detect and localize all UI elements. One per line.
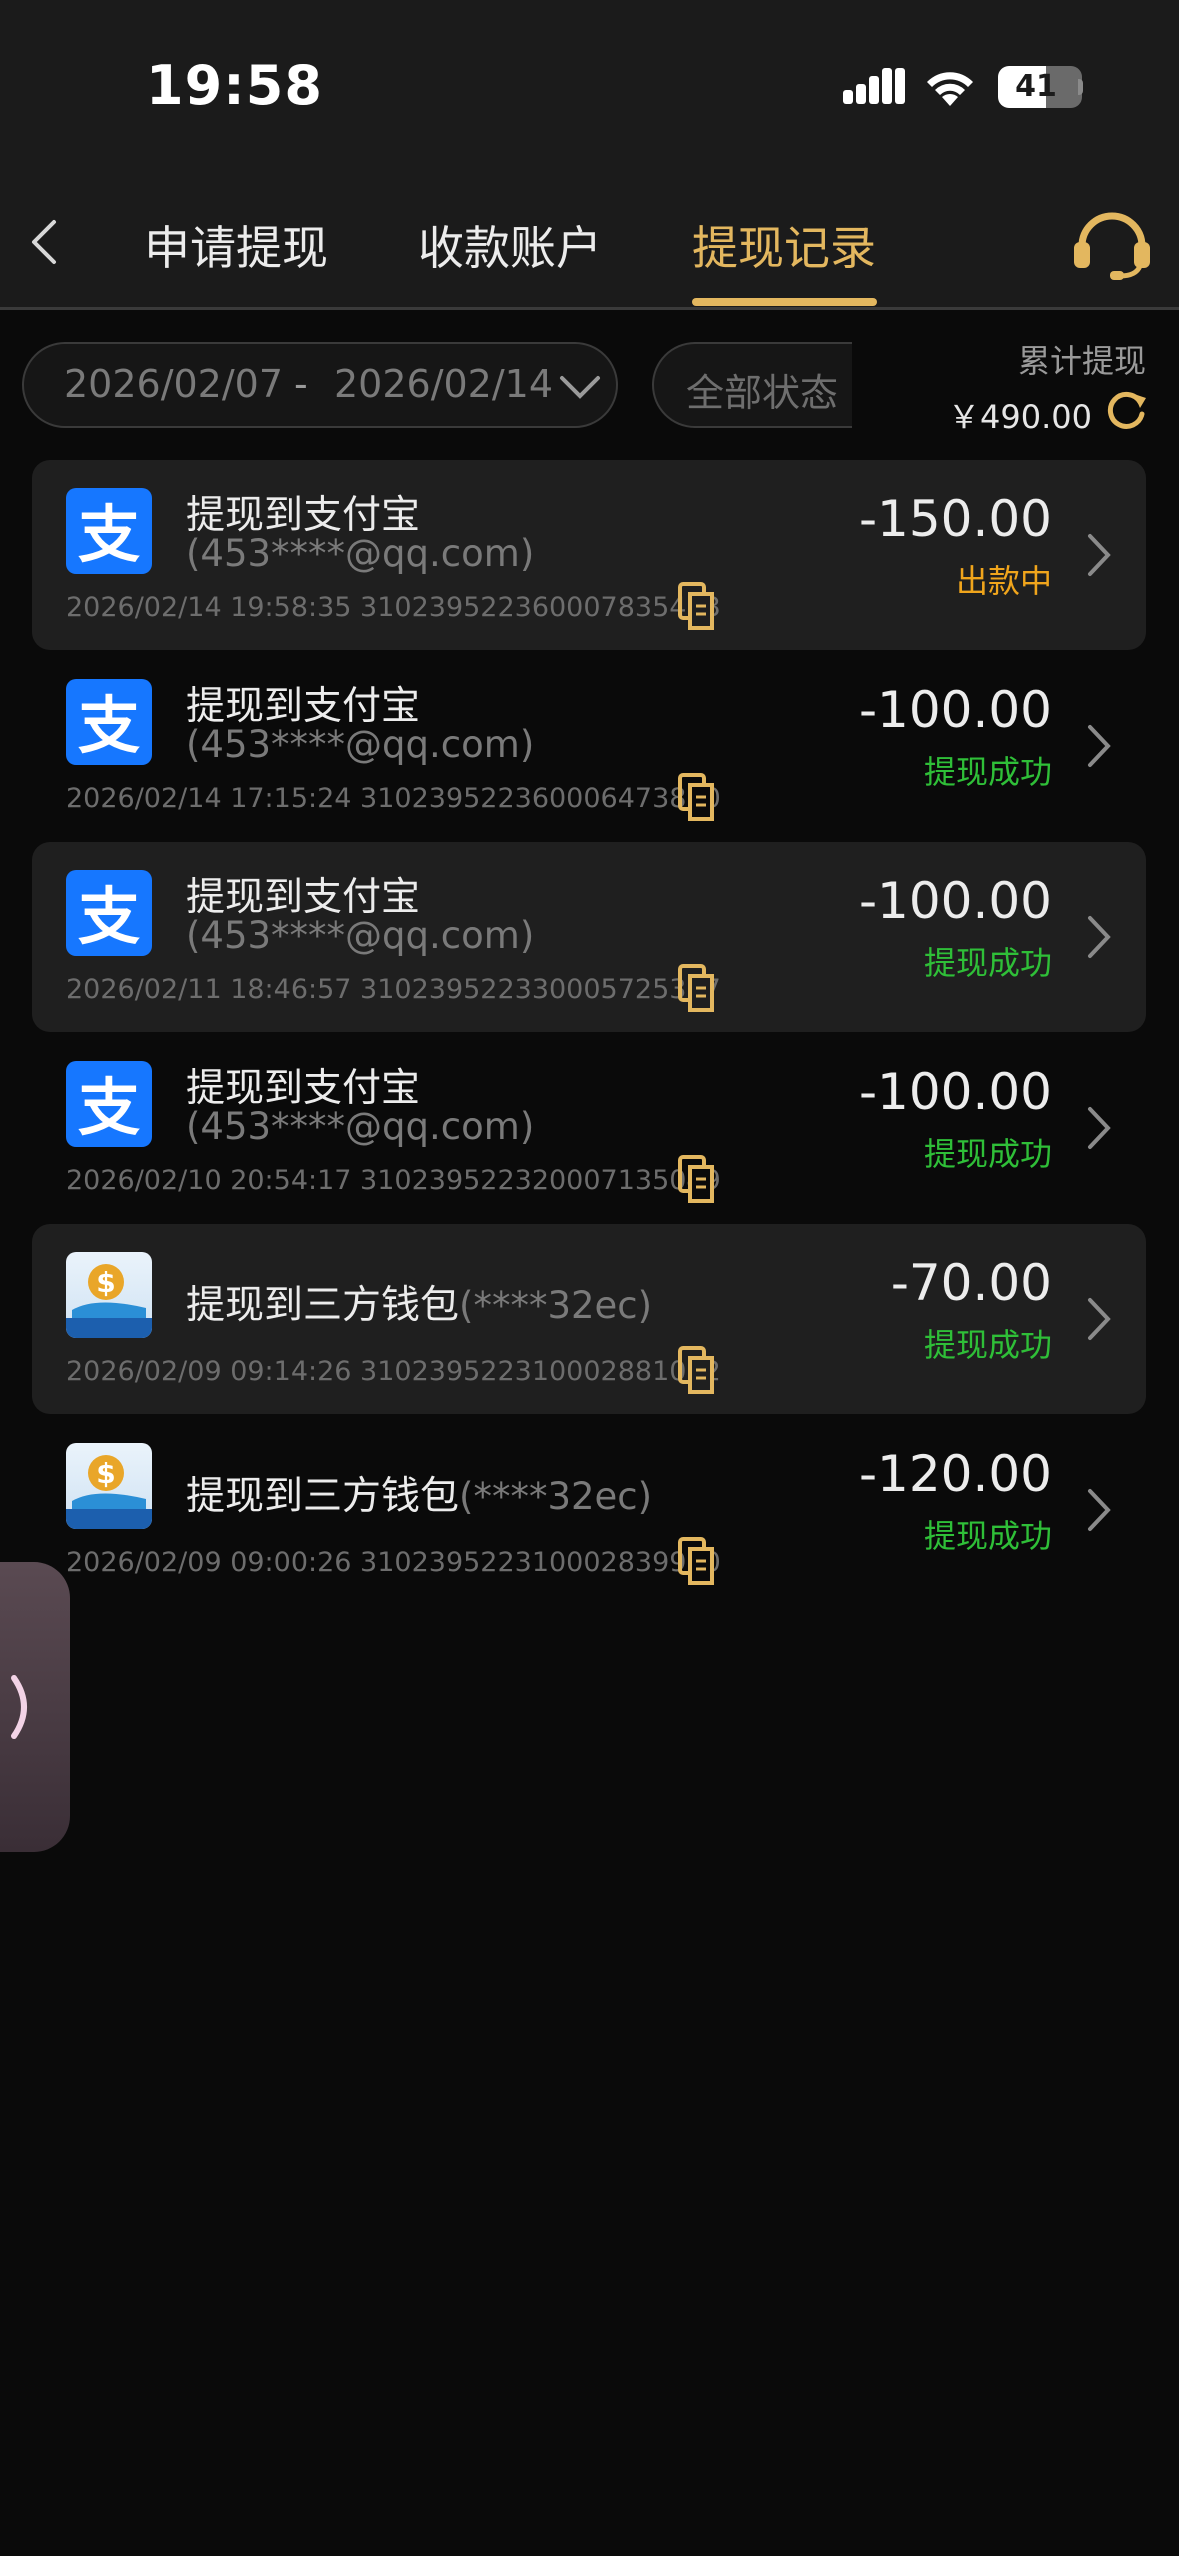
svg-text:支: 支 [78,1071,140,1144]
wifi-icon [927,72,973,106]
headset-icon[interactable] [1070,204,1154,280]
svg-text:$: $ [96,1457,115,1490]
record-account: (453****@qq.com) [186,914,535,957]
record-status: 提现成功 [923,1326,1052,1364]
copy-icon[interactable] [678,1537,718,1585]
record-item[interactable]: 支 提现到支付宝 (453****@qq.com) 2026/02/11 18:… [32,842,1146,1032]
record-amount: -100.00 [859,872,1052,930]
side-drawer-handle[interactable] [0,1562,70,1852]
battery-level: 41 [1015,69,1057,104]
chevron-right-icon [1088,916,1111,958]
record-status: 提现成功 [923,1517,1052,1555]
status-filter-select[interactable]: 全部状态 [652,342,852,428]
tab-withdraw-records[interactable]: 提现记录 [692,212,876,278]
record-title: 提现到三方钱包(****32ec) [186,1274,652,1330]
record-status: 提现成功 [923,1135,1052,1173]
chevron-right-icon [11,1675,27,1739]
record-status: 提现成功 [923,944,1052,982]
svg-text:支: 支 [78,498,140,571]
battery-icon: 41 [998,66,1083,108]
svg-text:$: $ [96,1266,115,1299]
status-filter-label: 全部状态 [686,371,839,415]
record-title-text: 提现到三方钱包 [186,1474,460,1519]
refresh-icon[interactable] [1104,388,1148,432]
record-amount: -70.00 [890,1254,1052,1312]
record-status: 出款中 [955,562,1052,600]
back-icon[interactable] [24,214,64,270]
chevron-right-icon [1088,534,1111,576]
svg-text:支: 支 [78,689,140,762]
chevron-right-icon [1088,1298,1111,1340]
filter-bar: 2026/02/07 - 2026/02/14 全部状态 累计提现 ￥490.0… [0,312,1179,452]
cellular-signal-icon [843,68,905,104]
record-item[interactable]: $ 提现到三方钱包(****32ec) 2026/02/09 09:14:26 … [32,1224,1146,1414]
copy-icon[interactable] [678,964,718,1012]
alipay-icon: 支 [66,1061,152,1147]
record-meta: 2026/02/09 09:14:26 31023952231000288100… [66,1356,721,1387]
record-amount: -150.00 [859,490,1052,548]
record-account: (****32ec) [459,1475,653,1518]
date-range-picker[interactable]: 2026/02/07 - 2026/02/14 [22,342,618,428]
record-meta: 2026/02/10 20:54:17 31023952232000713504… [66,1165,721,1196]
record-item[interactable]: $ 提现到三方钱包(****32ec) 2026/02/09 09:00:26 … [32,1415,1146,1605]
record-account: (453****@qq.com) [186,532,535,575]
status-time: 19:58 [146,54,323,117]
record-account: (453****@qq.com) [186,1105,535,1148]
cumulative-value: ￥490.00 [948,398,1092,436]
chevron-down-icon [560,376,600,399]
tab-apply-withdraw[interactable]: 申请提现 [144,212,328,278]
record-meta: 2026/02/09 09:00:26 31023952231000283995… [66,1547,721,1578]
copy-icon[interactable] [678,773,718,821]
record-amount: -120.00 [859,1445,1052,1503]
svg-text:支: 支 [78,880,140,953]
record-status: 提现成功 [923,753,1052,791]
alipay-icon: 支 [66,679,152,765]
record-item[interactable]: 支 提现到支付宝 (453****@qq.com) 2026/02/14 17:… [32,651,1146,841]
copy-icon[interactable] [678,1346,718,1394]
chevron-right-icon [1088,725,1111,767]
record-amount: -100.00 [859,681,1052,739]
record-meta: 2026/02/11 18:46:57 31023952233000572533… [66,974,721,1005]
record-item[interactable]: 支 提现到支付宝 (453****@qq.com) 2026/02/14 19:… [32,460,1146,650]
copy-icon[interactable] [678,582,718,630]
record-amount: -100.00 [859,1063,1052,1121]
chevron-right-icon [1088,1489,1111,1531]
date-start: 2026/02/07 [64,362,284,406]
chevron-right-icon [1088,1107,1111,1149]
record-account: (453****@qq.com) [186,723,535,766]
wallet-icon: $ [66,1252,152,1338]
nav-bar: 申请提现 收款账户 提现记录 [0,170,1179,310]
date-end: 2026/02/14 [334,362,554,406]
record-account: (****32ec) [459,1284,653,1327]
cumulative-label: 累计提现 [1017,342,1146,380]
wallet-icon: $ [66,1443,152,1529]
record-title-text: 提现到三方钱包 [186,1283,460,1328]
record-meta: 2026/02/14 19:58:35 31023952236000783542… [66,592,721,623]
record-meta: 2026/02/14 17:15:24 31023952236000647387… [66,783,721,814]
record-item[interactable]: 支 提现到支付宝 (453****@qq.com) 2026/02/10 20:… [32,1033,1146,1223]
status-bar: 19:58 41 [0,0,1179,170]
alipay-icon: 支 [66,870,152,956]
alipay-icon: 支 [66,488,152,574]
date-separator: - [294,362,308,406]
tab-receiving-account[interactable]: 收款账户 [418,212,602,278]
active-tab-indicator [692,298,877,306]
record-title: 提现到三方钱包(****32ec) [186,1465,652,1521]
copy-icon[interactable] [678,1155,718,1203]
